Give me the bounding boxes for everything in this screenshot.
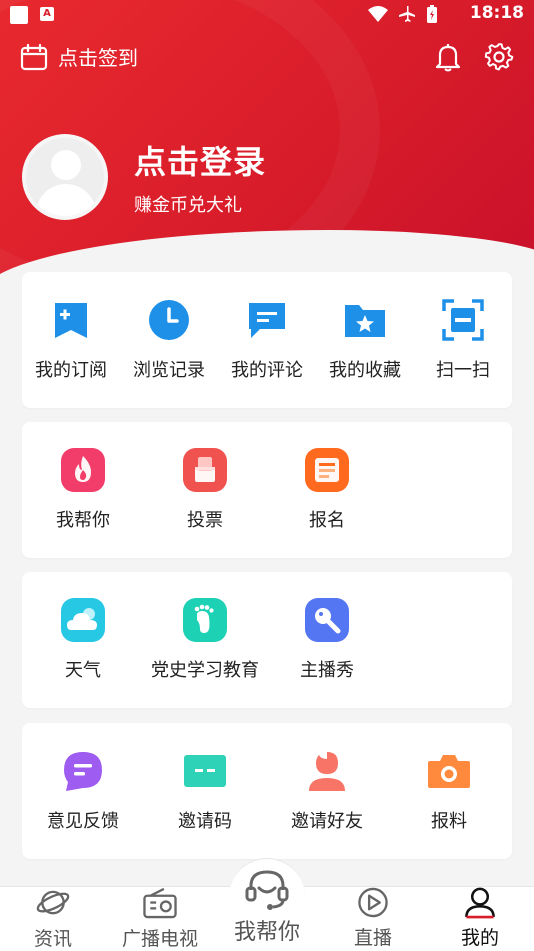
tab-label: 我的 xyxy=(460,927,499,949)
app-notification-icon: A xyxy=(40,7,54,21)
grid-item-party-history[interactable]: 党史学习教育 xyxy=(144,598,266,682)
notification-button[interactable] xyxy=(434,42,462,76)
battery-icon xyxy=(427,5,437,23)
grid-item-history[interactable]: 浏览记录 xyxy=(120,298,218,382)
grid-item-label: 我的订阅 xyxy=(35,360,107,381)
grid-item-label: 意见反馈 xyxy=(47,811,119,832)
headset-icon xyxy=(245,870,289,910)
microphone-icon xyxy=(305,598,349,642)
play-icon xyxy=(358,887,388,918)
grid-item-anchor-show[interactable]: 主播秀 xyxy=(266,598,388,682)
grid-item-subscribe[interactable]: 我的订阅 xyxy=(22,298,120,382)
subscribe-icon xyxy=(55,303,87,338)
wifi-icon xyxy=(368,6,388,22)
bell-icon xyxy=(435,44,461,72)
more-card: 意见反馈 邀请码 邀请好友 报料 xyxy=(22,723,512,859)
grid-item-comments[interactable]: 我的评论 xyxy=(218,298,316,382)
grid-item-tipoff[interactable]: 报料 xyxy=(388,749,510,833)
airplane-icon xyxy=(399,6,415,22)
tab-news[interactable]: 资讯 xyxy=(3,887,103,951)
grid-item-label: 邀请好友 xyxy=(291,811,363,832)
grid-item-invite-friend[interactable]: 邀请好友 xyxy=(266,749,388,833)
grid-item-scan[interactable]: 扫一扫 xyxy=(414,298,512,382)
tab-mine[interactable]: 我的 xyxy=(430,886,530,950)
login-title[interactable]: 点击登录 xyxy=(134,137,266,183)
grid-item-feedback[interactable]: 意见反馈 xyxy=(22,749,144,833)
grid-item-label: 报名 xyxy=(309,510,345,531)
grid-item-label: 邀请码 xyxy=(178,811,232,832)
vote-icon xyxy=(183,448,227,492)
flame-icon xyxy=(61,448,105,492)
grid-item-label: 投票 xyxy=(187,510,223,531)
status-bar: A 18:18 xyxy=(0,0,534,28)
weather-icon xyxy=(61,598,105,642)
grid-item-label: 天气 xyxy=(65,660,101,681)
tab-live[interactable]: 直播 xyxy=(323,886,423,950)
grid-item-label: 我的收藏 xyxy=(329,360,401,381)
comment-icon xyxy=(249,303,285,338)
grid-item-label: 报料 xyxy=(431,811,467,832)
grid-item-signup[interactable]: 报名 xyxy=(266,448,388,532)
favorite-folder-icon xyxy=(345,305,385,337)
features-card: 天气 党史学习教育 主播秀 xyxy=(22,572,512,708)
grid-item-label: 我帮你 xyxy=(56,510,110,531)
settings-button[interactable] xyxy=(484,42,514,76)
camera-icon xyxy=(428,755,470,788)
status-time: 18:18 xyxy=(469,3,524,23)
user-icon xyxy=(465,887,495,919)
tab-help[interactable]: 我帮你 xyxy=(217,866,317,950)
checkin-button[interactable]: 点击签到 xyxy=(20,42,138,71)
tab-broadcast[interactable]: 广播电视 xyxy=(110,887,210,951)
tab-label: 直播 xyxy=(353,927,392,949)
grid-item-weather[interactable]: 天气 xyxy=(22,598,144,682)
feedback-icon xyxy=(64,752,102,791)
grid-item-favorites[interactable]: 我的收藏 xyxy=(316,298,414,382)
login-subtitle: 赚金币兑大礼 xyxy=(134,195,242,216)
clock-icon xyxy=(149,300,189,340)
invite-code-icon xyxy=(184,755,226,787)
calendar-icon xyxy=(20,43,48,70)
planet-icon xyxy=(36,890,70,915)
tab-label: 资讯 xyxy=(33,928,72,950)
radio-icon xyxy=(143,887,177,919)
top-bar: 点击签到 xyxy=(0,38,534,78)
tab-label: 我帮你 xyxy=(233,920,300,945)
grid-item-label: 我的评论 xyxy=(231,360,303,381)
signup-icon xyxy=(305,448,349,492)
notification-icon xyxy=(10,6,28,24)
gear-icon xyxy=(484,43,514,71)
footprint-icon xyxy=(183,598,227,642)
grid-item-label: 扫一扫 xyxy=(436,360,490,381)
scan-icon xyxy=(442,299,484,341)
invite-friend-icon xyxy=(309,752,345,791)
avatar[interactable] xyxy=(22,134,108,220)
tab-label: 广播电视 xyxy=(121,928,198,950)
grid-item-label: 党史学习教育 xyxy=(151,660,259,681)
grid-item-label: 浏览记录 xyxy=(133,360,205,381)
login-section[interactable]: 点击登录 赚金币兑大礼 xyxy=(22,134,266,220)
my-content-card: 我的订阅 浏览记录 我的评论 我的收藏 扫一扫 xyxy=(22,272,512,408)
grid-item-invite-code[interactable]: 邀请码 xyxy=(144,749,266,833)
grid-item-vote[interactable]: 投票 xyxy=(144,448,266,532)
checkin-label: 点击签到 xyxy=(58,46,138,70)
grid-item-label: 主播秀 xyxy=(300,660,354,681)
grid-item-help[interactable]: 我帮你 xyxy=(22,448,144,532)
services-card: 我帮你 投票 报名 xyxy=(22,422,512,558)
